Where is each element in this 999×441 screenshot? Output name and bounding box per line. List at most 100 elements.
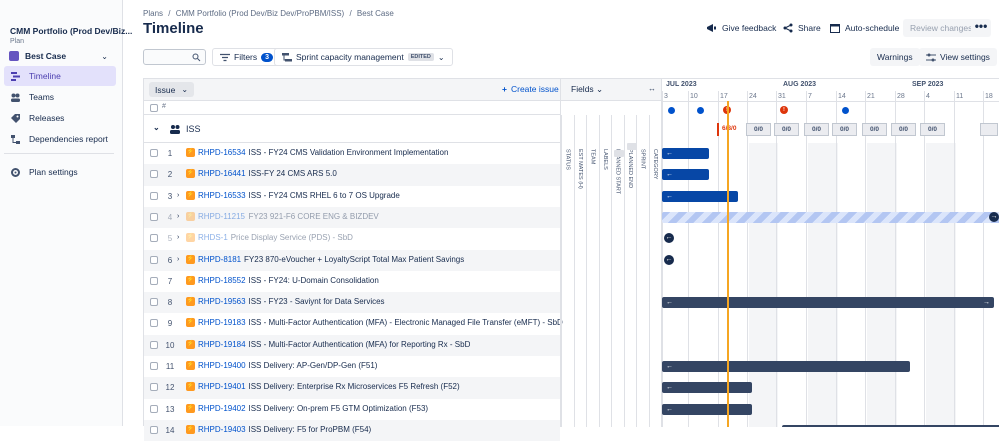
- sprint-capacity-button[interactable]: Sprint capacity management EDITED ⌄: [274, 48, 453, 66]
- sprint-capacity-cell[interactable]: 0/0: [774, 123, 799, 136]
- expand-columns-icon[interactable]: ↔: [648, 84, 656, 93]
- breadcrumb-plan[interactable]: CMM Portfolio (Prod Dev/Biz Dev/ProPBM/I…: [176, 9, 344, 18]
- sprint-capacity-cell[interactable]: 0/0: [862, 123, 887, 136]
- table-row[interactable]: 5 › ⚡ RHDS-1 Price Display Service (PDS) - S…: [144, 228, 560, 249]
- more-actions-button[interactable]: •••: [971, 19, 991, 37]
- sprint-capacity-cell[interactable]: 0/0: [804, 123, 829, 136]
- search-input[interactable]: [143, 49, 206, 65]
- give-feedback-button[interactable]: Give feedback: [706, 19, 776, 37]
- warnings-button[interactable]: Warnings: [870, 48, 920, 66]
- sidebar-item-plan-settings[interactable]: Plan settings: [4, 162, 116, 182]
- sidebar-item-timeline[interactable]: Timeline: [4, 66, 116, 86]
- filters-button[interactable]: Filters 3: [212, 48, 282, 66]
- table-row[interactable]: 14 ⚡ RHPD-19403 ISS Delivery: F5 for ProPBM…: [144, 419, 560, 441]
- fields-columns: STATUS EST MATES (H) TEAM LABELS PLANNED STA…: [560, 101, 661, 427]
- issue-key-link[interactable]: RHPD-19183: [198, 318, 246, 327]
- sprint-capacity-cell[interactable]: [980, 123, 998, 136]
- sprint-capacity-cell[interactable]: 0/0: [832, 123, 857, 136]
- row-checkbox[interactable]: [150, 149, 158, 157]
- timeline-bar[interactable]: ←: [662, 148, 709, 159]
- issue-key-link[interactable]: RHPD-19563: [198, 297, 246, 306]
- issue-key-link[interactable]: RHPD-19401: [198, 382, 246, 391]
- release-marker-icon[interactable]: [668, 107, 675, 114]
- row-checkbox[interactable]: [150, 212, 158, 221]
- sprint-capacity-cell[interactable]: 0/0: [920, 123, 945, 136]
- expand-row-icon[interactable]: ›: [177, 213, 179, 220]
- table-row[interactable]: 12 ⚡ RHPD-19401 ISS Delivery: Enterprise Rx…: [144, 377, 560, 399]
- issue-key-link[interactable]: RHPD-8181: [198, 255, 241, 264]
- table-row[interactable]: 6 › ⚡ RHPD-8181 FY23 870-eVoucher + LoyaltyS…: [144, 249, 560, 271]
- issue-key-link[interactable]: RHPD-18552: [198, 276, 246, 285]
- create-issue-button[interactable]: + Create issue: [502, 84, 559, 94]
- issue-menu-button[interactable]: Issue ⌄: [149, 82, 195, 97]
- table-row[interactable]: 13 ⚡ RHPD-19402 ISS Delivery: On-prem F5 GT…: [144, 399, 560, 420]
- timeline-bar[interactable]: ← →: [662, 297, 994, 309]
- table-row[interactable]: 4 › ⚡ RHPD-11215 FY23 921-F6 CORE ENG & BIZD…: [144, 206, 560, 229]
- row-checkbox[interactable]: [150, 319, 158, 328]
- issue-key-link[interactable]: RHPD-19403: [198, 425, 246, 434]
- sidebar-divider: [4, 153, 114, 154]
- sidebar-item-releases[interactable]: Releases: [4, 108, 116, 128]
- auto-schedule-button[interactable]: Auto-schedule: [830, 19, 899, 37]
- sidebar-item-teams[interactable]: Teams: [4, 87, 116, 107]
- table-row[interactable]: 10 ⚡ RHPD-19184 ISS - Multi-Factor Authenti…: [144, 334, 560, 356]
- share-button[interactable]: Share: [783, 19, 821, 37]
- timeline-bar[interactable]: ←: [662, 382, 752, 394]
- timeline-bar[interactable]: ←: [662, 169, 709, 181]
- row-checkbox[interactable]: [150, 276, 158, 285]
- issue-key-link[interactable]: RHPD-19184: [198, 340, 246, 349]
- sprint-capacity-cell[interactable]: 6/8/0: [717, 123, 745, 136]
- timeline-bar[interactable]: ←: [662, 403, 752, 415]
- table-row[interactable]: 11 ⚡ RHPD-19400 ISS Delivery: AP-Gen/DP-Gen…: [144, 356, 560, 377]
- expand-row-icon[interactable]: ›: [177, 256, 179, 263]
- fields-menu-button[interactable]: Fields ⌄: [571, 84, 603, 95]
- issue-key-link[interactable]: RHPD-16534: [198, 148, 246, 157]
- breadcrumb-plans[interactable]: Plans: [143, 9, 163, 18]
- scroll-to-bar-icon[interactable]: ←: [664, 233, 674, 244]
- table-row[interactable]: 8 ⚡ RHPD-19563 ISS - FY23 - Saviynt for Dat…: [144, 292, 560, 314]
- table-row[interactable]: 7 ⚡ RHPD-18552 ISS - FY24: U-Domain Consoli…: [144, 271, 560, 292]
- chevron-down-icon[interactable]: ⌄: [153, 123, 160, 132]
- timeline-bar[interactable]: [662, 211, 999, 223]
- scenario-selector[interactable]: Best Case ⌄: [4, 45, 116, 67]
- table-row[interactable]: 3 › ⚡ RHPD-16533 ISS - FY24 CMS RHEL 6 to 7 …: [144, 186, 560, 207]
- filter-icon: [220, 53, 230, 61]
- row-checkbox[interactable]: [150, 383, 158, 392]
- issue-summary: ISS - FY24 CMS Validation Environment Im…: [248, 148, 449, 157]
- table-row[interactable]: 1 ⚡ RHPD-16534 ISS - FY24 CMS Validation En…: [144, 143, 560, 164]
- group-row-iss[interactable]: ⌄ ISS: [144, 115, 560, 143]
- view-settings-button[interactable]: View settings: [919, 48, 997, 66]
- row-checkbox[interactable]: [150, 255, 158, 264]
- row-checkbox[interactable]: [150, 404, 158, 413]
- issue-key-link[interactable]: RHPD-16533: [198, 191, 246, 200]
- warning-marker-icon[interactable]: !: [780, 106, 788, 114]
- sprint-capacity-cell[interactable]: 0/0: [891, 123, 916, 136]
- row-checkbox[interactable]: [150, 234, 158, 243]
- row-checkbox[interactable]: [150, 298, 158, 307]
- issue-summary: ISS - FY23 - Saviynt for Data Services: [248, 297, 385, 307]
- sprint-capacity-cell[interactable]: 0/0: [746, 123, 771, 136]
- row-checkbox[interactable]: [150, 425, 158, 434]
- release-marker-icon[interactable]: [842, 107, 849, 114]
- row-checkbox[interactable]: [150, 362, 158, 370]
- expand-row-icon[interactable]: ›: [177, 234, 179, 241]
- issue-key-link[interactable]: RHDS-1: [198, 233, 228, 242]
- release-marker-icon[interactable]: [697, 107, 704, 114]
- breadcrumb-scenario[interactable]: Best Case: [357, 9, 394, 18]
- sidebar-item-dependencies[interactable]: Dependencies report: [4, 129, 116, 149]
- row-checkbox[interactable]: [150, 170, 158, 179]
- table-row[interactable]: 2 ⚡ RHPD-16441 ISS-FY 24 CMS ARS 5.0: [144, 164, 560, 186]
- issue-key-link[interactable]: RHPD-19402: [198, 404, 246, 413]
- row-checkbox[interactable]: [150, 340, 158, 349]
- issue-key-link[interactable]: RHPD-11215: [198, 212, 245, 221]
- row-checkbox[interactable]: [150, 191, 158, 200]
- arrow-right-icon[interactable]: →: [989, 211, 999, 222]
- timeline-bar[interactable]: ←: [662, 361, 910, 372]
- issue-key-link[interactable]: RHPD-16441: [198, 169, 246, 178]
- table-row[interactable]: 9 ⚡ RHPD-19183 ISS - Multi-Factor Authentic…: [144, 313, 563, 334]
- expand-row-icon[interactable]: ›: [177, 192, 179, 199]
- issue-key-link[interactable]: RHPD-19400: [198, 361, 246, 370]
- scroll-to-bar-icon[interactable]: ←: [664, 254, 674, 265]
- review-changes-button[interactable]: Review changes: [903, 19, 980, 37]
- select-all-checkbox[interactable]: [150, 104, 158, 112]
